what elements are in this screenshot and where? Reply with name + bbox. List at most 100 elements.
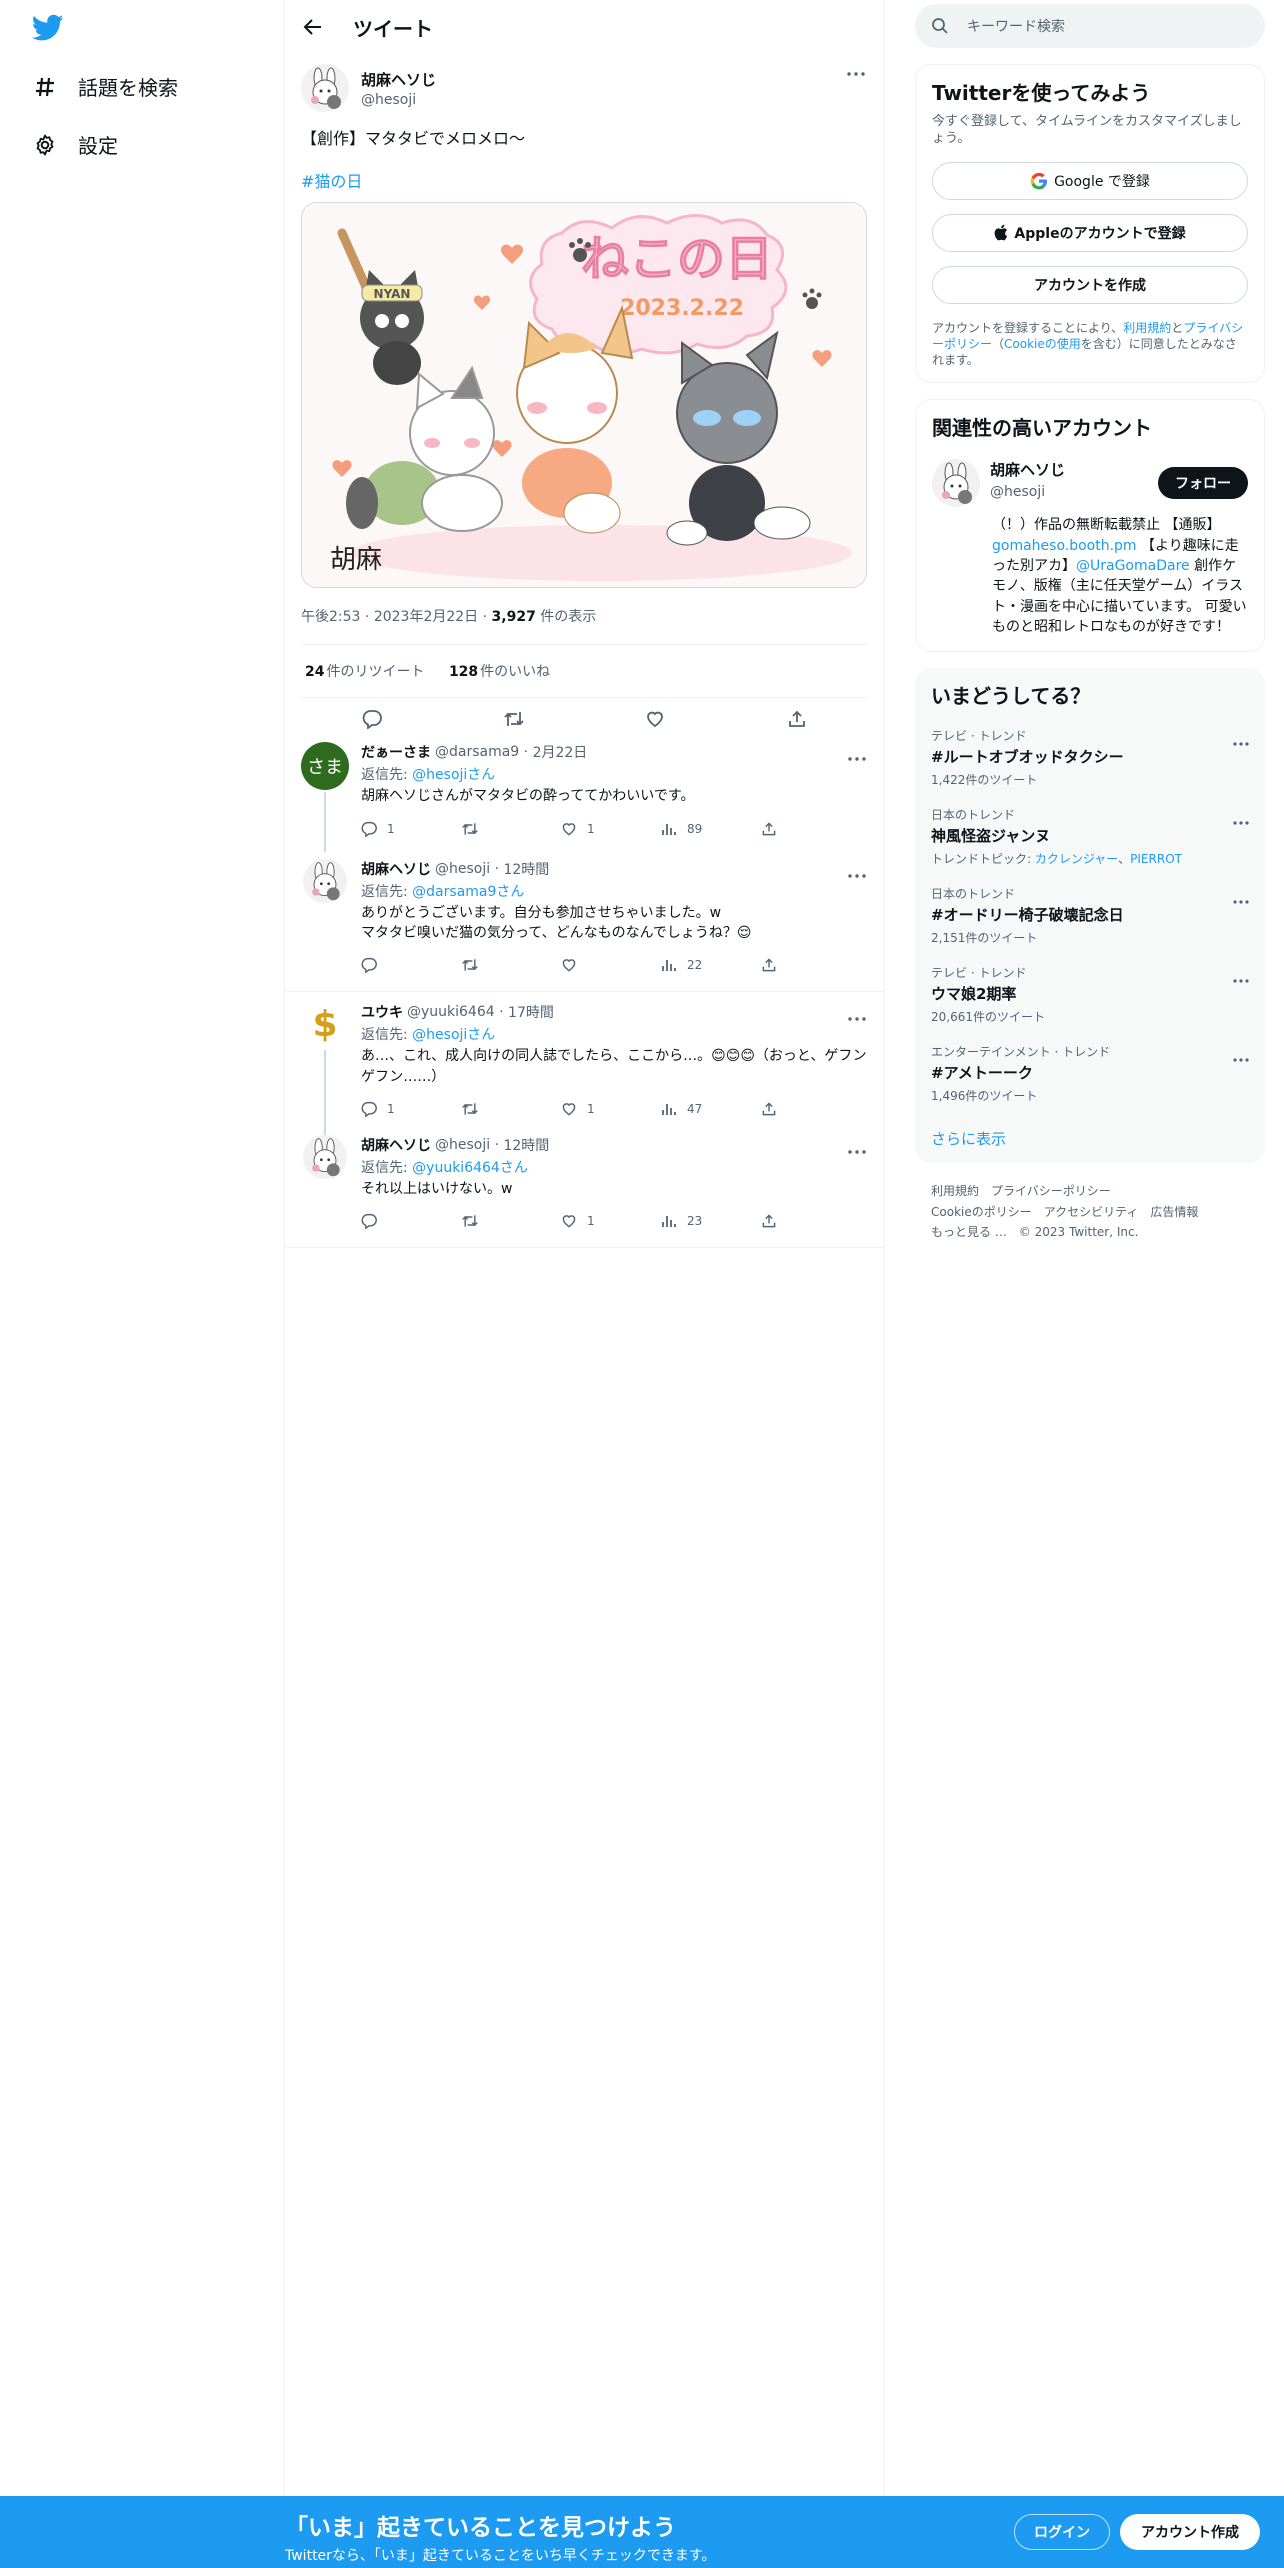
reply-tweet[interactable]: 胡麻ヘソじ @hesoji · 12時間 返信先: @yuuki6464さん そ… [285,1125,884,1237]
trend-item[interactable]: テレビ · トレンド ウマ娘2期率 20,661件のツイート [931,964,1249,1025]
twitter-bird-icon[interactable] [31,14,64,42]
views-button[interactable]: 89 [661,821,761,837]
more-options-icon[interactable] [848,746,866,765]
reply-author-name[interactable]: 胡麻ヘソじ [361,1135,431,1155]
avatar[interactable] [932,459,980,508]
views-button[interactable]: 22 [661,957,761,973]
hashtag-link[interactable]: #猫の日 [301,168,362,192]
like-button[interactable]: 1 [561,1101,661,1117]
reply-tweet[interactable]: さま だぁーさま @darsama9 · 2月22日 返信先: @hesojiさ… [285,740,884,853]
reply-to-link[interactable]: @hesojiさん [412,1027,495,1043]
author-handle[interactable]: @hesoji [361,92,436,108]
footer-link[interactable]: Cookieのポリシー [931,1205,1032,1219]
nav-settings[interactable]: 設定 [32,130,118,159]
share-button[interactable] [761,821,791,837]
signup-button[interactable]: アカウント作成 [1120,2514,1260,2550]
reply-to-link[interactable]: @yuuki6464さん [412,1160,528,1176]
share-icon[interactable] [785,707,809,731]
reply-time[interactable]: 17時間 [508,1002,554,1022]
more-options-icon[interactable] [848,1006,866,1025]
like-button[interactable]: 1 [561,1213,661,1229]
footer-link[interactable]: プライバシーポリシー [991,1184,1111,1198]
footer-link[interactable]: もっと見る … [931,1225,1007,1239]
more-options-icon[interactable] [848,1139,866,1158]
trend-item[interactable]: 日本のトレンド 神風怪盗ジャンヌ トレンドトピック: カクレンジャー、PIERR… [931,806,1249,867]
google-signup-button[interactable]: Google で登録 [932,161,1248,200]
reply-to-link[interactable]: @darsama9さん [412,884,524,900]
trend-topic-link[interactable]: PIERROT [1130,852,1182,866]
bio-link[interactable]: gomaheso.booth.pm [992,538,1137,554]
cookie-link[interactable]: Cookieの使用 [1004,337,1081,351]
share-button[interactable] [761,1101,791,1117]
retweet-button[interactable] [461,957,561,973]
reply-button[interactable]: 1 [361,1101,461,1117]
trend-item[interactable]: エンターテインメント · トレンド #アメトーーク 1,496件のツイート [931,1043,1249,1104]
avatar[interactable] [303,858,347,903]
follow-button[interactable]: フォロー [1158,467,1248,500]
back-arrow-icon[interactable] [301,15,325,39]
retweet-button[interactable] [461,821,561,837]
like-button[interactable] [561,957,661,973]
retweet-stat[interactable]: 24 件のリツイート [305,664,424,680]
bio-link[interactable]: @UraGomaDare [1076,558,1190,574]
more-options-icon[interactable] [848,863,866,882]
trend-topic-link[interactable]: カクレンジャー [1035,852,1118,866]
reply-author-handle[interactable]: @hesoji [435,1137,490,1153]
like-stat[interactable]: 128 件のいいね [449,664,550,680]
avatar[interactable]: さま [301,742,349,791]
more-options-icon[interactable] [1233,810,1249,829]
like-button[interactable]: 1 [561,821,661,837]
reply-author-name[interactable]: ユウキ [361,1002,403,1022]
tweet-image[interactable]: ねこの日 2023.2.22 NYAN 胡麻 [301,202,867,589]
trend-item[interactable]: テレビ · トレンド #ルートオブオッドタクシー 1,422件のツイート [931,727,1249,788]
trend-item[interactable]: 日本のトレンド #オードリー椅子破壊記念日 2,151件のツイート [931,885,1249,946]
share-button[interactable] [761,957,791,973]
login-button[interactable]: ログイン [1014,2514,1110,2550]
retweet-button[interactable] [461,1213,561,1229]
tweet-time[interactable]: 午後2:53 [301,609,360,625]
share-button[interactable] [761,1213,791,1229]
avatar[interactable]: $ [303,1002,347,1046]
views-button[interactable]: 23 [661,1213,761,1229]
reply-author-handle[interactable]: @hesoji [435,861,490,877]
reply-button[interactable]: 1 [361,821,461,837]
more-options-icon[interactable] [1233,889,1249,908]
more-options-icon[interactable] [846,68,866,80]
more-options-icon[interactable] [1233,968,1249,987]
reply-button[interactable] [361,957,461,974]
retweet-button[interactable] [461,1101,561,1117]
terms-link[interactable]: 利用規約 [1123,321,1171,335]
reply-icon[interactable] [360,707,384,731]
related-name[interactable]: 胡麻ヘソじ [990,459,1065,480]
avatar[interactable] [301,64,349,112]
reply-author-handle[interactable]: @yuuki6464 [407,1004,495,1020]
views-button[interactable]: 47 [661,1101,761,1117]
tweet-date[interactable]: 2023年2月22日 [374,609,478,625]
reply-author-name[interactable]: だぁーさま [361,742,431,762]
more-options-icon[interactable] [1233,1047,1249,1066]
avatar[interactable] [303,1134,347,1179]
reply-author-name[interactable]: 胡麻ヘソじ [361,859,431,879]
search-input[interactable]: キーワード検索 [915,4,1265,48]
retweet-icon[interactable] [502,707,526,731]
footer-link[interactable]: 広告情報 [1150,1205,1198,1219]
nav-explore[interactable]: 話題を検索 [32,72,178,101]
reply-tweet[interactable]: $ ユウキ @yuuki6464 · 17時間 返信先: @hesojiさん あ… [285,992,884,1151]
show-more-link[interactable]: さらに表示 [931,1128,1249,1149]
author-name[interactable]: 胡麻ヘソじ [361,69,436,90]
reply-time[interactable]: 12時間 [503,1135,549,1155]
reply-to-link[interactable]: @hesojiさん [412,767,495,783]
related-handle[interactable]: @hesoji [990,484,1065,500]
reply-author-handle[interactable]: @darsama9 [435,744,519,760]
apple-signup-button[interactable]: Appleのアカウントで登録 [932,213,1248,252]
reply-tweet[interactable]: 胡麻ヘソじ @hesoji · 12時間 返信先: @darsama9さん あり… [285,845,884,982]
reply-time[interactable]: 2月22日 [533,742,588,762]
footer-link[interactable]: 利用規約 [931,1184,979,1198]
reply-button[interactable] [361,1213,461,1230]
like-icon[interactable] [643,707,667,731]
footer-link[interactable]: アクセシビリティ [1044,1205,1139,1219]
create-account-button[interactable]: アカウントを作成 [932,265,1248,304]
reply-time[interactable]: 12時間 [503,859,549,879]
more-options-icon[interactable] [1233,731,1249,750]
related-account[interactable]: 胡麻ヘソじ @hesoji フォロー [932,459,1248,508]
